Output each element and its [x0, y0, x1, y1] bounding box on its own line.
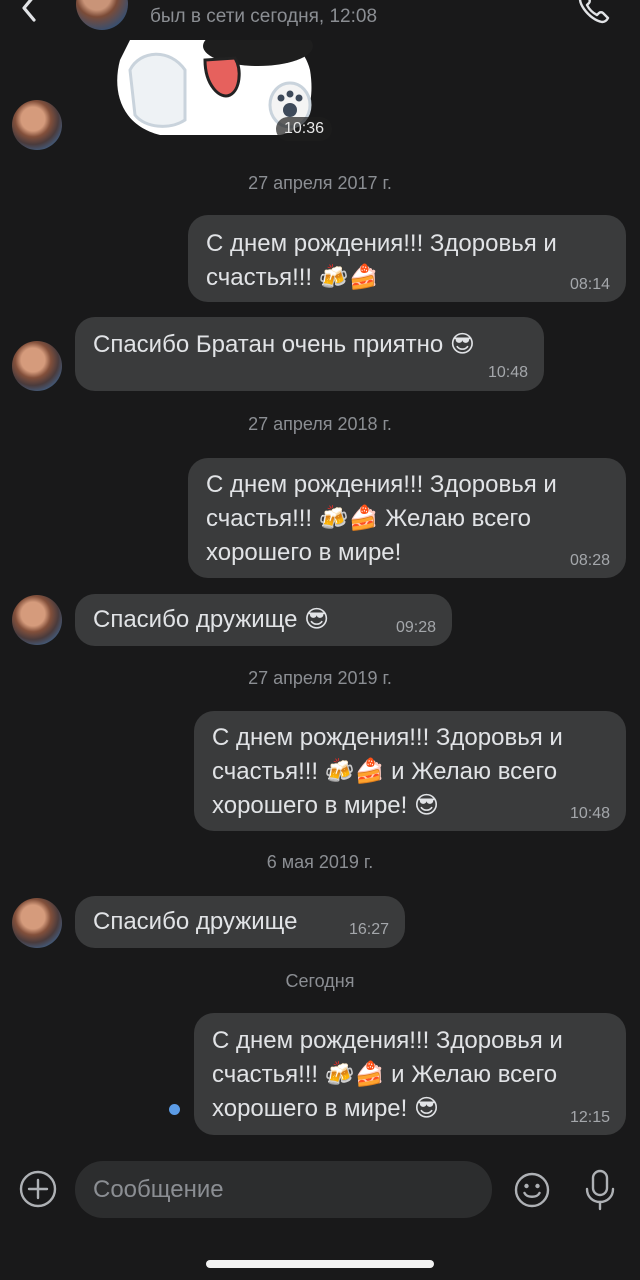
message-text: С днем рождения!!! Здоровья и счастья!!!…	[206, 471, 557, 566]
incoming-message[interactable]: Спасибо дружище 16:27	[75, 896, 405, 948]
date-separator: Сегодня	[285, 971, 355, 991]
date-separator: 27 апреля 2017 г.	[248, 173, 392, 193]
incoming-message[interactable]: Спасибо Братан очень приятно 😎 10:48	[75, 317, 544, 391]
message-time: 10:48	[487, 364, 528, 381]
plus-circle-icon[interactable]	[18, 1169, 58, 1209]
outgoing-message[interactable]: С днем рождения!!! Здоровья и счастья!!!…	[188, 458, 626, 578]
message-text: С днем рождения!!! Здоровья и счастья!!!…	[212, 724, 563, 819]
message-time: 12:15	[569, 1109, 610, 1126]
message-text: С днем рождения!!! Здоровья и счастья!!!…	[212, 1027, 563, 1122]
message-text: Спасибо Братан очень приятно 😎	[93, 331, 475, 358]
last-seen-status: был в сети сегодня, 12:08	[150, 6, 378, 27]
message-input[interactable]	[75, 1161, 492, 1218]
outgoing-message[interactable]: С днем рождения!!! Здоровья и счастья!!!…	[188, 215, 626, 302]
smile-icon[interactable]	[513, 1171, 551, 1209]
sender-avatar[interactable]	[12, 341, 62, 391]
message-text: Спасибо дружище 😎	[93, 606, 330, 633]
message-time: 09:28	[395, 619, 436, 636]
message-time: 16:27	[348, 921, 389, 938]
message-time: 10:48	[569, 805, 610, 822]
contact-avatar[interactable]	[76, 0, 128, 30]
outgoing-message[interactable]: С днем рождения!!! Здоровья и счастья!!!…	[194, 711, 626, 831]
date-separator: 27 апреля 2019 г.	[248, 668, 392, 688]
message-text: С днем рождения!!! Здоровья и счастья!!!…	[206, 230, 557, 291]
sender-avatar[interactable]	[12, 100, 62, 150]
chat-header: был в сети сегодня, 12:08	[0, 0, 640, 40]
sender-avatar[interactable]	[12, 595, 62, 645]
unread-indicator	[169, 1104, 180, 1115]
outgoing-message[interactable]: С днем рождения!!! Здоровья и счастья!!!…	[194, 1013, 626, 1135]
phone-icon[interactable]	[576, 0, 612, 26]
date-separator: 6 мая 2019 г.	[266, 852, 374, 872]
sender-avatar[interactable]	[12, 898, 62, 948]
message-text: Спасибо дружище	[93, 908, 298, 935]
message-time: 08:28	[569, 552, 610, 569]
sticker-time: 10:36	[276, 117, 333, 141]
home-indicator[interactable]	[206, 1260, 434, 1268]
message-time: 08:14	[569, 276, 610, 293]
date-separator: 27 апреля 2018 г.	[248, 414, 392, 434]
back-chevron-icon[interactable]	[14, 0, 44, 24]
microphone-icon[interactable]	[582, 1168, 618, 1212]
message-composer	[0, 1150, 640, 1230]
incoming-message[interactable]: Спасибо дружище 😎 09:28	[75, 594, 452, 646]
